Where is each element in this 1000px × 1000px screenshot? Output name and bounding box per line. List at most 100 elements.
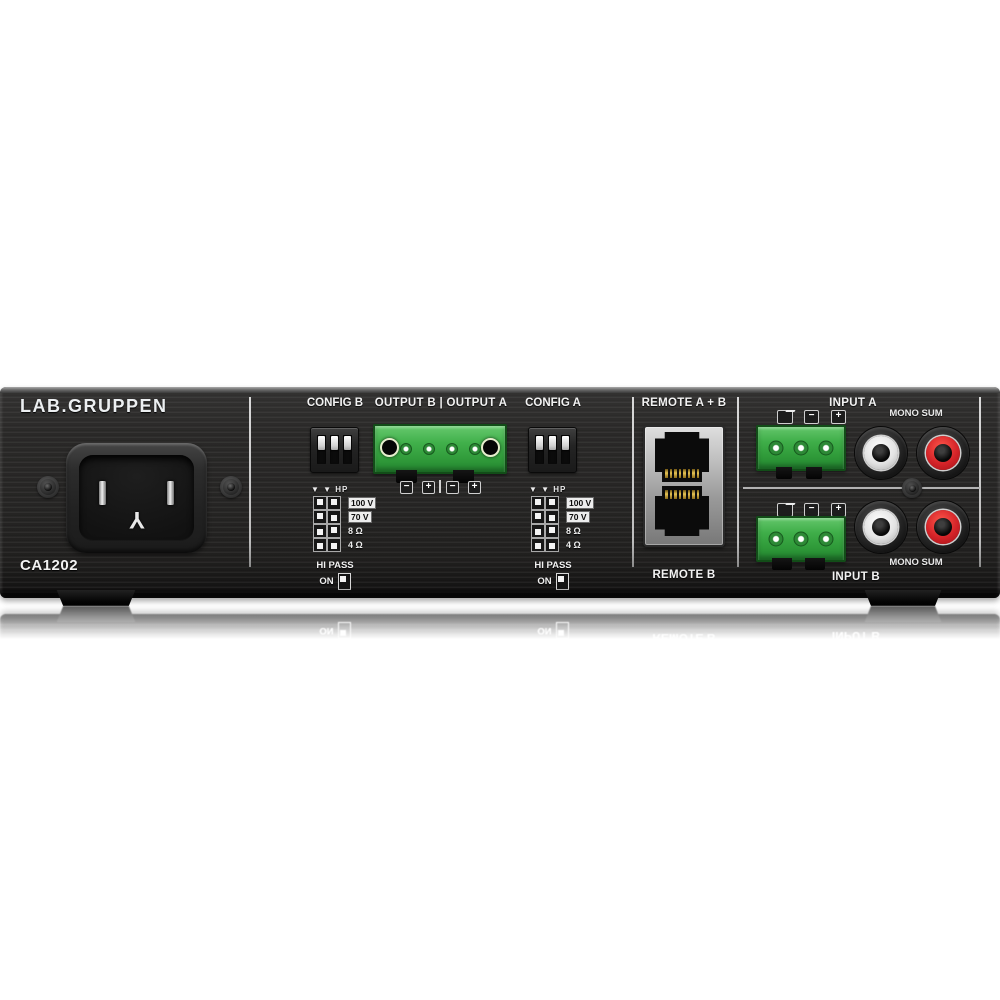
voltage-row-label: 70 V	[348, 510, 372, 524]
dip-lever	[344, 436, 351, 450]
legend-cell	[545, 538, 560, 553]
plus-terminal-icon: +	[831, 503, 846, 517]
polarity-plus-icon: +	[422, 481, 435, 494]
dip-lever	[536, 436, 543, 450]
legend-cell	[313, 510, 328, 525]
input-b-phoenix-connector	[756, 516, 846, 562]
input-pin	[794, 532, 809, 547]
rj45-port-remote-b	[655, 486, 709, 536]
legend-cell	[313, 496, 328, 511]
top-bevel	[0, 387, 1000, 393]
impedance-row-label: 4 Ω	[348, 538, 363, 552]
input-pin	[794, 441, 809, 456]
mounting-tab	[805, 558, 825, 570]
output-phoenix-connector	[373, 424, 507, 474]
minus-terminal-icon: −	[804, 503, 819, 517]
rubber-foot	[863, 590, 943, 606]
legend-cell	[313, 524, 328, 539]
brand-logo: LAB.GRUPPEN	[20, 396, 168, 416]
legend-cell	[545, 496, 560, 511]
input-pin	[818, 441, 833, 456]
legend-cell	[545, 524, 560, 539]
rj45-port-remote-a	[655, 432, 709, 482]
legend-cell	[327, 538, 342, 553]
legend-cell	[531, 524, 546, 539]
panel-screw	[37, 476, 59, 498]
mono-sum-label: MONO SUM	[861, 557, 971, 568]
input-pin	[769, 532, 784, 547]
dip-switch	[343, 435, 352, 464]
dip-lever	[562, 436, 569, 450]
panel-screw	[902, 478, 922, 498]
mounting-tab	[776, 467, 792, 479]
hipass-label: HI PASS	[305, 560, 365, 571]
output-pin	[446, 443, 458, 455]
plus-terminal-icon: +	[831, 410, 846, 424]
rear-panel-faceplate: LAB.GRUPPEN CA1202 Y CONFIG B	[0, 387, 1000, 598]
amplifier-rear-panel: LAB.GRUPPEN CA1202 Y CONFIG B	[0, 387, 1000, 607]
section-divider	[249, 397, 251, 567]
polarity-plus-icon: +	[468, 481, 481, 494]
hipass-label: HI PASS	[523, 560, 583, 571]
dip-switch-block	[528, 427, 577, 473]
impedance-row-label: 8 Ω	[566, 524, 581, 538]
connector-screw-hole	[380, 438, 399, 457]
legend-cell	[313, 538, 328, 553]
dip-switch	[330, 435, 339, 464]
legend-cell	[327, 510, 342, 525]
legend-cell	[531, 538, 546, 553]
iec-ground-pin: Y	[128, 507, 144, 531]
dip-switch	[535, 435, 544, 464]
panel-screw	[220, 476, 242, 498]
polarity-pair-divider	[439, 480, 441, 493]
legend-cell	[531, 510, 546, 525]
connector-screw-hole	[481, 438, 500, 457]
output-title: OUTPUT B | OUTPUT A	[356, 397, 526, 410]
polarity-minus-icon: −	[400, 481, 413, 494]
switch-position-legend	[313, 496, 341, 552]
hp-legend: ▼ ▼ HP	[311, 485, 348, 494]
rj45-dual-jack	[643, 425, 725, 547]
legend-cell	[545, 510, 560, 525]
floor-reflection: LAB.GRUPPEN CA1202 Y CONFIG B	[0, 605, 1000, 639]
dip-lever	[549, 436, 556, 450]
output-pin	[469, 443, 481, 455]
input-pin	[769, 441, 784, 456]
dip-switch	[561, 435, 570, 464]
rca-jack-white-input-b	[855, 501, 907, 553]
iec-neutral-pin	[167, 481, 174, 505]
legend-cell	[327, 496, 342, 511]
input-b-title: INPUT B	[796, 571, 916, 584]
rca-jack-white-input-a	[855, 427, 907, 479]
rj45-pins	[665, 469, 699, 478]
bottom-bevel	[0, 588, 1000, 598]
mounting-tab	[772, 558, 792, 570]
on-label: ON	[319, 576, 333, 587]
rubber-foot	[55, 590, 137, 606]
chassis-ground-icon	[777, 503, 793, 517]
mono-sum-label: MONO SUM	[861, 408, 971, 419]
input-a-phoenix-connector	[756, 425, 846, 471]
polarity-minus-icon: −	[446, 481, 459, 494]
rca-jack-red-input-b	[917, 501, 969, 553]
dip-lever	[318, 436, 325, 450]
hp-legend: ▼ ▼ HP	[529, 485, 566, 494]
voltage-row-label: 70 V	[566, 510, 590, 524]
legend-cell	[327, 524, 342, 539]
iec-line-pin	[99, 481, 106, 505]
impedance-row-label: 4 Ω	[566, 538, 581, 552]
mounting-tab	[806, 467, 822, 479]
chassis-ground-icon	[777, 410, 793, 424]
on-label: ON	[537, 576, 551, 587]
legend-cell	[531, 496, 546, 511]
dip-lever	[331, 436, 338, 450]
model-label: CA1202	[20, 558, 78, 574]
switch-position-legend	[531, 496, 559, 552]
output-pin	[423, 443, 435, 455]
iec-recess: Y	[79, 455, 194, 541]
output-section: OUTPUT B | OUTPUT A − + − +	[356, 397, 526, 507]
config-a-title: CONFIG A	[523, 397, 583, 410]
impedance-row-label: 8 Ω	[348, 524, 363, 538]
rj45-pins	[665, 490, 699, 499]
output-pin	[400, 443, 412, 455]
